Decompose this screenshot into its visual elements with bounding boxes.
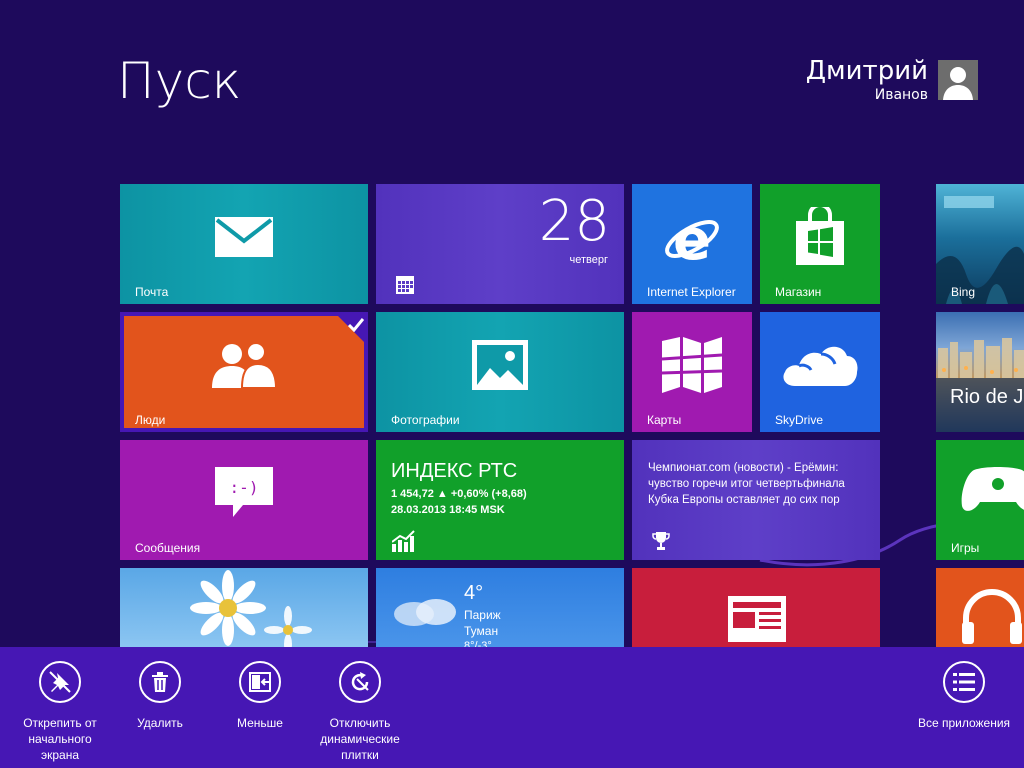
fog-cloud-icon bbox=[394, 599, 456, 626]
tile-label: Bing bbox=[951, 285, 976, 299]
tile-music[interactable] bbox=[936, 568, 1024, 648]
city-photo bbox=[936, 338, 1024, 432]
tile-label: SkyDrive bbox=[775, 413, 824, 427]
tile-travel[interactable]: Rio de J bbox=[936, 312, 1024, 432]
finance-quote: 1 454,72 ▲ +0,60% (+8,68) bbox=[391, 488, 527, 500]
unpin-label: Открепить от начального экрана bbox=[23, 716, 97, 762]
trophy-icon bbox=[652, 532, 670, 550]
weather-temp: 4° bbox=[464, 582, 484, 604]
tile-label: Почта bbox=[135, 285, 169, 299]
tile-games[interactable]: Игры bbox=[936, 440, 1024, 560]
tile-skydrive[interactable]: SkyDrive bbox=[760, 312, 880, 432]
calendar-weekday: четверг bbox=[569, 254, 609, 266]
start-title: Пуск bbox=[117, 52, 242, 110]
user-last-name: Иванов bbox=[874, 87, 928, 103]
smaller-label: Меньше bbox=[237, 716, 283, 730]
tile-weather[interactable]: 4° Париж Туман 8°/-3° bbox=[376, 568, 624, 648]
app-bar: Открепить от начального экрана Удалить М… bbox=[0, 647, 1024, 768]
smaller-button[interactable]: Меньше bbox=[210, 661, 310, 731]
store-bag-icon bbox=[796, 206, 844, 265]
messaging-icon: :-) bbox=[215, 466, 273, 517]
avatar[interactable] bbox=[938, 60, 978, 100]
weather-condition: Туман bbox=[464, 624, 499, 638]
user-account[interactable]: Дмитрий Иванов bbox=[806, 56, 928, 104]
sport-headline: Чемпионат.com (новости) - Ерёмин: чувств… bbox=[648, 462, 845, 506]
tile-label: Сообщения bbox=[135, 541, 201, 555]
headphones-icon bbox=[962, 589, 1022, 644]
tile-finance[interactable]: ИНДЕКС РТС 1 454,72 ▲ +0,60% (+8,68) 28.… bbox=[376, 440, 624, 560]
user-silhouette-icon bbox=[943, 67, 973, 100]
tile-internet-explorer[interactable]: e Internet Explorer bbox=[632, 184, 752, 304]
tile-mail[interactable]: Почта bbox=[120, 184, 368, 304]
svg-text::-): :-) bbox=[230, 478, 259, 497]
tile-messaging[interactable]: :-) Сообщения bbox=[120, 440, 368, 560]
tile-label: Карты bbox=[647, 413, 682, 427]
finance-date: 28.03.2013 18:45 MSK bbox=[391, 504, 505, 516]
live-tile-off-label: Отключить динамические плитки bbox=[320, 716, 400, 762]
tile-store[interactable]: Магазин bbox=[760, 184, 880, 304]
unpin-button[interactable]: Открепить от начального экрана bbox=[10, 661, 110, 763]
uninstall-label: Удалить bbox=[137, 716, 183, 730]
tile-bing[interactable]: Bing bbox=[936, 184, 1024, 304]
check-icon bbox=[348, 318, 364, 332]
underwater-photo bbox=[936, 196, 1024, 304]
cloud-icon bbox=[783, 346, 858, 386]
turn-live-tile-off-button[interactable]: Отключить динамические плитки bbox=[310, 661, 410, 763]
tile-news[interactable] bbox=[632, 568, 880, 648]
tile-label: Магазин bbox=[775, 285, 822, 299]
resize-smaller-icon bbox=[239, 661, 281, 703]
tile-label: Internet Explorer bbox=[647, 285, 736, 299]
all-apps-icon bbox=[943, 661, 985, 703]
finance-title: ИНДЕКС РТС bbox=[391, 460, 518, 482]
all-apps-button[interactable]: Все приложения bbox=[914, 661, 1014, 731]
tile-label: Люди bbox=[135, 413, 166, 427]
uninstall-button[interactable]: Удалить bbox=[110, 661, 210, 731]
daisy-wallpaper bbox=[190, 570, 312, 648]
tile-photos[interactable]: Фотографии bbox=[376, 312, 624, 432]
weather-city: Париж bbox=[464, 608, 501, 622]
tile-calendar[interactable]: 28 четверг bbox=[376, 184, 624, 304]
calendar-icon bbox=[396, 276, 414, 294]
envelope-icon bbox=[215, 216, 273, 257]
internet-explorer-icon: e bbox=[665, 208, 719, 267]
tile-people[interactable]: Люди bbox=[120, 312, 368, 432]
tile-maps[interactable]: Карты bbox=[632, 312, 752, 432]
newspaper-icon bbox=[728, 596, 786, 642]
svg-text:e: e bbox=[673, 208, 711, 267]
maps-icon bbox=[662, 336, 722, 393]
trash-icon bbox=[139, 661, 181, 703]
all-apps-label: Все приложения bbox=[917, 716, 1011, 730]
photos-icon bbox=[472, 339, 528, 390]
live-tile-off-icon bbox=[339, 661, 381, 703]
tile-label: Игры bbox=[951, 541, 980, 555]
finance-chart-icon bbox=[392, 530, 415, 552]
tile-label: Rio de J bbox=[950, 386, 1024, 408]
people-icon bbox=[212, 341, 276, 388]
user-first-name: Дмитрий bbox=[805, 56, 928, 86]
tile-label: Фотографии bbox=[391, 413, 460, 427]
unpin-icon bbox=[39, 661, 81, 703]
tile-sport[interactable]: Чемпионат.com (новости) - Ерёмин: чувств… bbox=[632, 440, 880, 560]
calendar-day: 28 bbox=[538, 189, 610, 254]
gamepad-icon bbox=[961, 467, 1024, 511]
tile-desktop[interactable] bbox=[120, 568, 368, 648]
